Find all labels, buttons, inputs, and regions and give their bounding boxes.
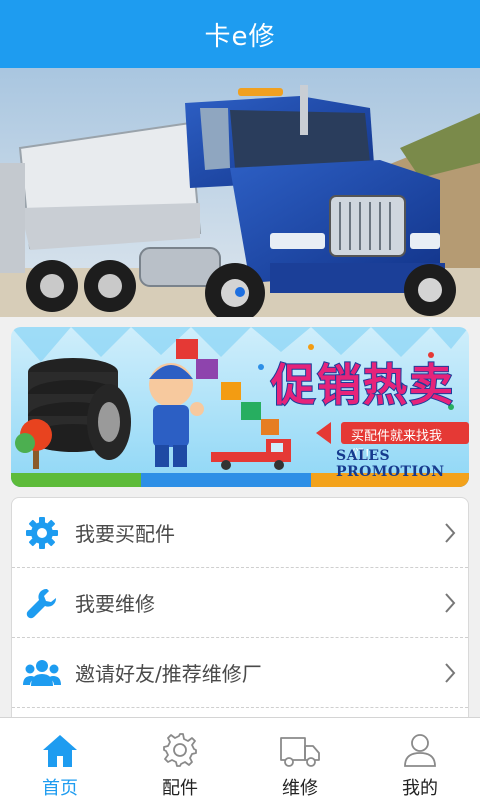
gear-icon <box>12 498 72 568</box>
bottom-tab-bar: 首页 配件 维修 我的 <box>0 717 480 800</box>
gear-icon <box>162 718 198 768</box>
menu-item-repair[interactable]: 我要维修 <box>12 568 468 638</box>
tab-label: 配件 <box>162 778 198 799</box>
users-icon <box>12 638 72 708</box>
carousel-indicator[interactable] <box>0 287 480 297</box>
promo-banner[interactable]: 促销热卖 买配件就来找我们！ SALES PROMOTION <box>11 327 469 487</box>
wrench-icon <box>12 568 72 638</box>
promo-tagline: 买配件就来找我们！ <box>341 422 469 463</box>
tab-parts[interactable]: 配件 <box>120 718 240 800</box>
menu-item-label: 我要维修 <box>75 592 155 616</box>
truck-photo <box>0 68 480 317</box>
menu-item-buy-parts[interactable]: 我要买配件 <box>12 498 468 568</box>
tab-home[interactable]: 首页 <box>0 718 120 800</box>
menu-item-invite[interactable]: 邀请好友/推荐维修厂 <box>12 638 468 708</box>
tab-repair[interactable]: 维修 <box>240 718 360 800</box>
tab-label: 首页 <box>42 778 78 799</box>
app-screen: 卡e修 促销热卖 买配件就来找我们！ SALES PROMOTION 我要买配件… <box>0 0 480 800</box>
promo-subtitle: SALES PROMOTION <box>336 448 445 480</box>
service-menu: 我要买配件 我要维修 邀请好友/推荐维修厂 <box>11 497 469 737</box>
tab-label: 维修 <box>282 778 318 799</box>
top-bar: 卡e修 <box>0 0 480 68</box>
tab-mine[interactable]: 我的 <box>360 718 480 800</box>
truck-icon <box>279 718 321 768</box>
person-icon <box>402 718 438 768</box>
app-title: 卡e修 <box>204 21 276 52</box>
menu-item-label: 我要买配件 <box>75 522 175 546</box>
home-icon <box>42 718 78 768</box>
chevron-right-icon <box>432 638 468 708</box>
carousel-dot-active[interactable] <box>235 287 245 297</box>
menu-item-label: 邀请好友/推荐维修厂 <box>75 662 262 686</box>
hero-banner-truck[interactable] <box>0 68 480 317</box>
chevron-right-icon <box>432 498 468 568</box>
chevron-right-icon <box>432 568 468 638</box>
tab-label: 我的 <box>402 778 438 799</box>
promo-headline: 促销热卖 <box>270 359 455 412</box>
